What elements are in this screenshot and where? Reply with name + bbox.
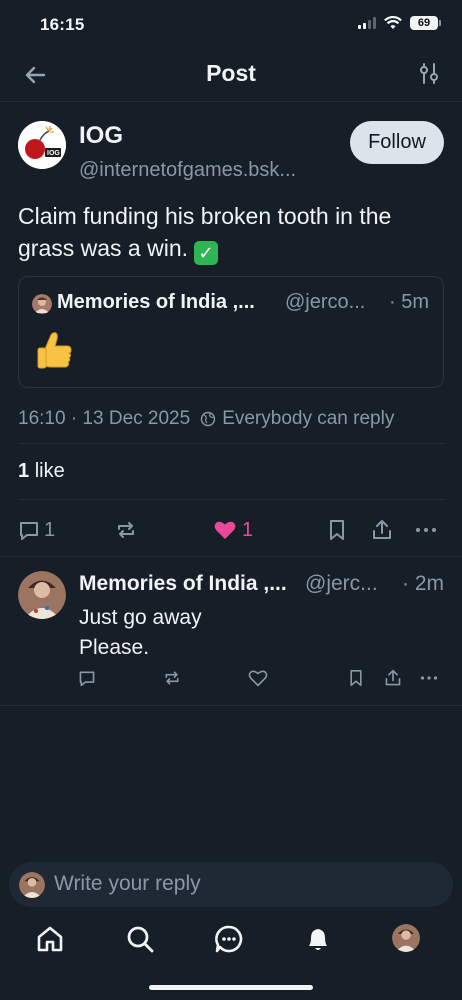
likes-count: 1	[18, 460, 30, 482]
sliders-icon[interactable]	[418, 62, 440, 86]
author-avatar[interactable]: IOG	[18, 121, 66, 169]
post-header: Post	[0, 50, 462, 102]
bell-icon[interactable]	[303, 924, 333, 954]
speech-bubble-icon	[20, 522, 38, 540]
author-name[interactable]: IOG	[79, 122, 123, 150]
page-title: Post	[206, 60, 256, 86]
reply-button[interactable]: 1	[18, 517, 55, 543]
share-icon	[373, 520, 391, 539]
follow-button[interactable]: Follow	[350, 121, 444, 164]
likes-summary[interactable]: 1 like	[18, 460, 65, 483]
reply-author-handle[interactable]: @jerc...	[305, 572, 378, 596]
reply-count: 1	[44, 518, 56, 541]
like-button[interactable]: 1	[213, 517, 253, 543]
heart-icon[interactable]	[248, 669, 268, 687]
more-button[interactable]	[415, 517, 437, 543]
reply-time: · 2m	[402, 572, 444, 595]
post-actions: 1 1	[0, 513, 462, 553]
battery-icon: 69	[410, 16, 441, 30]
current-user-avatar	[19, 872, 45, 898]
post-meta: 16:10 · 13 Dec 2025 Everybody can reply	[18, 408, 394, 430]
cellular-signal-icon	[358, 17, 376, 29]
quote-time: · 5m	[389, 291, 429, 313]
status-bar: 16:15 69	[0, 0, 462, 50]
quote-author-avatar	[32, 294, 52, 314]
bottom-tab-bar	[0, 918, 462, 968]
post-text: Claim funding his broken tooth in the gr…	[18, 200, 448, 265]
reply-setting[interactable]: Everybody can reply	[222, 408, 394, 430]
repost-icon	[118, 522, 134, 538]
speech-bubble-icon[interactable]	[78, 669, 96, 687]
divider	[18, 443, 444, 444]
thumbs-up-emoji	[37, 332, 72, 369]
svg-text:IOG: IOG	[47, 150, 60, 157]
chat-icon[interactable]	[214, 924, 244, 954]
post-timestamp: 16:10 · 13 Dec 2025	[18, 408, 191, 429]
wifi-icon	[384, 16, 402, 29]
profile-tab-avatar[interactable]	[392, 924, 420, 952]
like-count: 1	[242, 518, 254, 541]
iog-logo: IOG	[18, 121, 66, 169]
ellipsis-icon	[416, 528, 436, 532]
check-mark-emoji: ✓	[194, 241, 219, 265]
search-icon[interactable]	[125, 924, 155, 954]
reply-actions	[0, 669, 462, 693]
bookmark-button[interactable]	[327, 517, 347, 543]
reply-post[interactable]: Memories of India ,... @jerc... · 2m Jus…	[0, 557, 462, 705]
reply-composer[interactable]	[9, 862, 453, 907]
reply-input[interactable]	[54, 868, 434, 900]
reply-text-line: Just go away	[79, 606, 202, 629]
quoted-post[interactable]: Memories of India ,... @jerco... · 5m	[18, 276, 444, 388]
reply-author-avatar[interactable]	[18, 571, 66, 619]
share-icon[interactable]	[384, 669, 402, 687]
bookmark-icon[interactable]	[348, 669, 364, 687]
bookmark-icon	[330, 520, 344, 540]
home-indicator	[149, 985, 313, 990]
quote-author-name: Memories of India ,...	[57, 291, 255, 313]
heart-icon	[214, 521, 236, 539]
ellipsis-icon[interactable]	[419, 669, 439, 687]
likes-label: like	[34, 460, 65, 482]
status-time: 16:15	[40, 15, 85, 34]
reply-text-line: Please.	[79, 636, 150, 659]
share-button[interactable]	[371, 517, 393, 543]
status-indicators: 69	[358, 16, 441, 30]
repost-button[interactable]	[115, 517, 137, 543]
divider	[18, 499, 444, 500]
quote-author-handle: @jerco...	[285, 291, 366, 313]
home-icon[interactable]	[35, 924, 65, 954]
reply-text: Just go away Please.	[79, 603, 202, 663]
divider	[0, 705, 462, 706]
author-handle[interactable]: @internetofgames.bsk...	[79, 159, 296, 182]
globe-icon	[200, 411, 216, 427]
reply-author-name[interactable]: Memories of India ,...	[79, 572, 287, 596]
repost-icon[interactable]	[163, 669, 181, 687]
